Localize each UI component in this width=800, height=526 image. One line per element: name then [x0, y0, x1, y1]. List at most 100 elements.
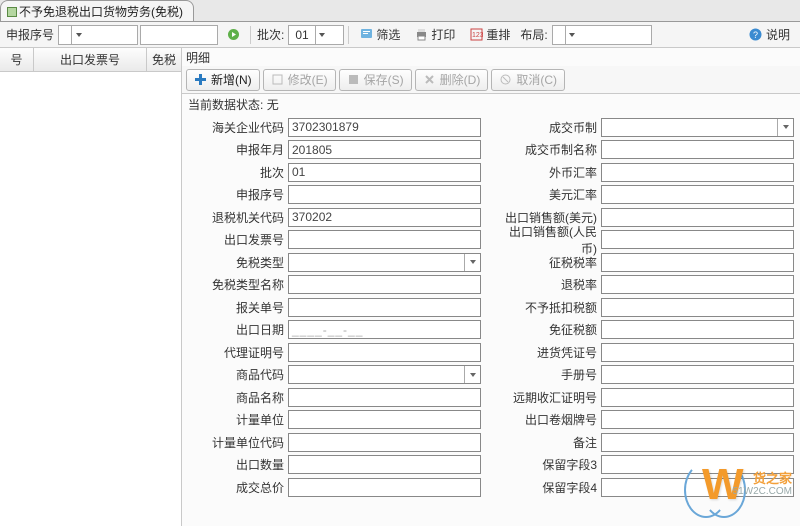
chevron-down-icon [315, 26, 329, 44]
refund_org-input[interactable]: 370202 [288, 208, 481, 227]
field-reserve3: 保留字段3 [501, 454, 794, 477]
sales_usd-input[interactable] [601, 208, 794, 227]
sales_rmb-input[interactable] [601, 230, 794, 249]
field-label: 出口销售额(人民币) [501, 223, 601, 257]
total_price-input[interactable] [288, 478, 481, 497]
decl_no-input[interactable] [288, 298, 481, 317]
edit-button[interactable]: 修改(E) [263, 69, 336, 91]
seq-input[interactable] [288, 185, 481, 204]
field-label: 申报年月 [188, 141, 288, 158]
col-invoice[interactable]: 出口发票号 [34, 48, 147, 71]
fx_rate-input[interactable] [601, 163, 794, 182]
exempt_amount-input[interactable] [601, 320, 794, 339]
seq-type-dropdown[interactable] [58, 25, 138, 45]
tab-active[interactable]: 不予免退税出口货物劳务(免税) [0, 0, 194, 21]
tax_rate-input[interactable] [601, 253, 794, 272]
manual_no-input[interactable] [601, 365, 794, 384]
goods_name-input[interactable] [288, 388, 481, 407]
left-panel: 号 出口发票号 免税 [0, 48, 182, 526]
export_invoice-input[interactable] [288, 230, 481, 249]
help-button[interactable]: ? 说明 [743, 25, 796, 45]
workspace: 号 出口发票号 免税 明细 新增(N) 修改(E) 保存(S) 删除(D) [0, 48, 800, 526]
go-button[interactable] [220, 25, 246, 45]
field-export_invoice: 出口发票号 [188, 229, 481, 252]
agent_no-input[interactable] [288, 343, 481, 362]
cig_brand-input[interactable] [601, 410, 794, 429]
goods_code-dropdown[interactable] [288, 365, 481, 384]
field-label: 不予抵扣税额 [501, 299, 601, 316]
field-forward_cert: 远期收汇证明号 [501, 386, 794, 409]
nodeduct-input[interactable] [601, 298, 794, 317]
field-refund_rate: 退税率 [501, 274, 794, 297]
col-seq[interactable]: 号 [0, 48, 34, 71]
seq-input[interactable] [140, 25, 218, 45]
field-label: 免税类型 [188, 254, 288, 271]
batch-input[interactable]: 01 [288, 163, 481, 182]
reserve4-input[interactable] [601, 478, 794, 497]
field-label: 备注 [501, 434, 601, 451]
plus-icon [194, 73, 207, 86]
unit_code-input[interactable] [288, 433, 481, 452]
purchase_cert-input[interactable] [601, 343, 794, 362]
field-goods_code: 商品代码 [188, 364, 481, 387]
tab-title: 不予免退税出口货物劳务(免税) [19, 3, 183, 20]
currency-dropdown[interactable] [601, 118, 794, 137]
field-label: 保留字段4 [501, 479, 601, 496]
reserve3-input[interactable] [601, 455, 794, 474]
edit-icon [271, 73, 284, 86]
section-title: 明细 [182, 48, 800, 66]
exempt_name-input[interactable] [288, 275, 481, 294]
field-label: 外币汇率 [501, 164, 601, 181]
svg-text:123: 123 [472, 32, 483, 39]
currency_name-input[interactable] [601, 140, 794, 159]
field-label: 商品名称 [188, 389, 288, 406]
forward_cert-input[interactable] [601, 388, 794, 407]
remark-input[interactable] [601, 433, 794, 452]
chevron-down-icon [777, 119, 793, 136]
field-manual_no: 手册号 [501, 364, 794, 387]
report_ym-input[interactable]: 201805 [288, 140, 481, 159]
tab-bar: 不予免退税出口货物劳务(免税) [0, 0, 800, 22]
field-usd_rate: 美元汇率 [501, 184, 794, 207]
delete-button[interactable]: 删除(D) [415, 69, 489, 91]
field-unit_code: 计量单位代码 [188, 431, 481, 454]
filter-button[interactable]: 筛选 [353, 25, 406, 45]
field-decl_no: 报关单号 [188, 296, 481, 319]
usd_rate-input[interactable] [601, 185, 794, 204]
field-label: 进货凭证号 [501, 344, 601, 361]
field-fx_rate: 外币汇率 [501, 161, 794, 184]
field-label: 退税机关代码 [188, 209, 288, 226]
filter-icon [359, 28, 373, 42]
export_qty-input[interactable] [288, 455, 481, 474]
field-reserve4: 保留字段4 [501, 476, 794, 499]
unit-input[interactable] [288, 410, 481, 429]
form-left-column: 海关企业代码3702301879申报年月201805批次01申报序号退税机关代码… [188, 116, 481, 499]
field-agent_no: 代理证明号 [188, 341, 481, 364]
field-purchase_cert: 进货凭证号 [501, 341, 794, 364]
exempt_type-dropdown[interactable] [288, 253, 481, 272]
field-report_ym: 申报年月201805 [188, 139, 481, 162]
layout-dropdown[interactable] [552, 25, 652, 45]
rearrange-button[interactable]: 123 重排 [463, 25, 516, 45]
field-label: 代理证明号 [188, 344, 288, 361]
field-label: 出口日期 [188, 321, 288, 338]
export_date-input[interactable]: ____-__-__ [288, 320, 481, 339]
chevron-down-icon [565, 26, 579, 44]
field-label: 免税类型名称 [188, 276, 288, 293]
field-label: 商品代码 [188, 366, 288, 383]
print-button[interactable]: 打印 [408, 25, 461, 45]
field-sales_rmb: 出口销售额(人民币) [501, 229, 794, 252]
customs_code-input[interactable]: 3702301879 [288, 118, 481, 137]
add-button[interactable]: 新增(N) [186, 69, 260, 91]
cancel-button[interactable]: 取消(C) [491, 69, 565, 91]
field-label: 申报序号 [188, 186, 288, 203]
refund_rate-input[interactable] [601, 275, 794, 294]
col-exempt[interactable]: 免税 [147, 48, 181, 71]
rearrange-icon: 123 [469, 28, 483, 42]
help-icon: ? [749, 28, 763, 42]
print-icon [414, 28, 428, 42]
batch-dropdown[interactable]: 01 [288, 25, 344, 45]
field-label: 出口卷烟牌号 [501, 411, 601, 428]
save-button[interactable]: 保存(S) [339, 69, 412, 91]
forward-icon [226, 28, 240, 42]
